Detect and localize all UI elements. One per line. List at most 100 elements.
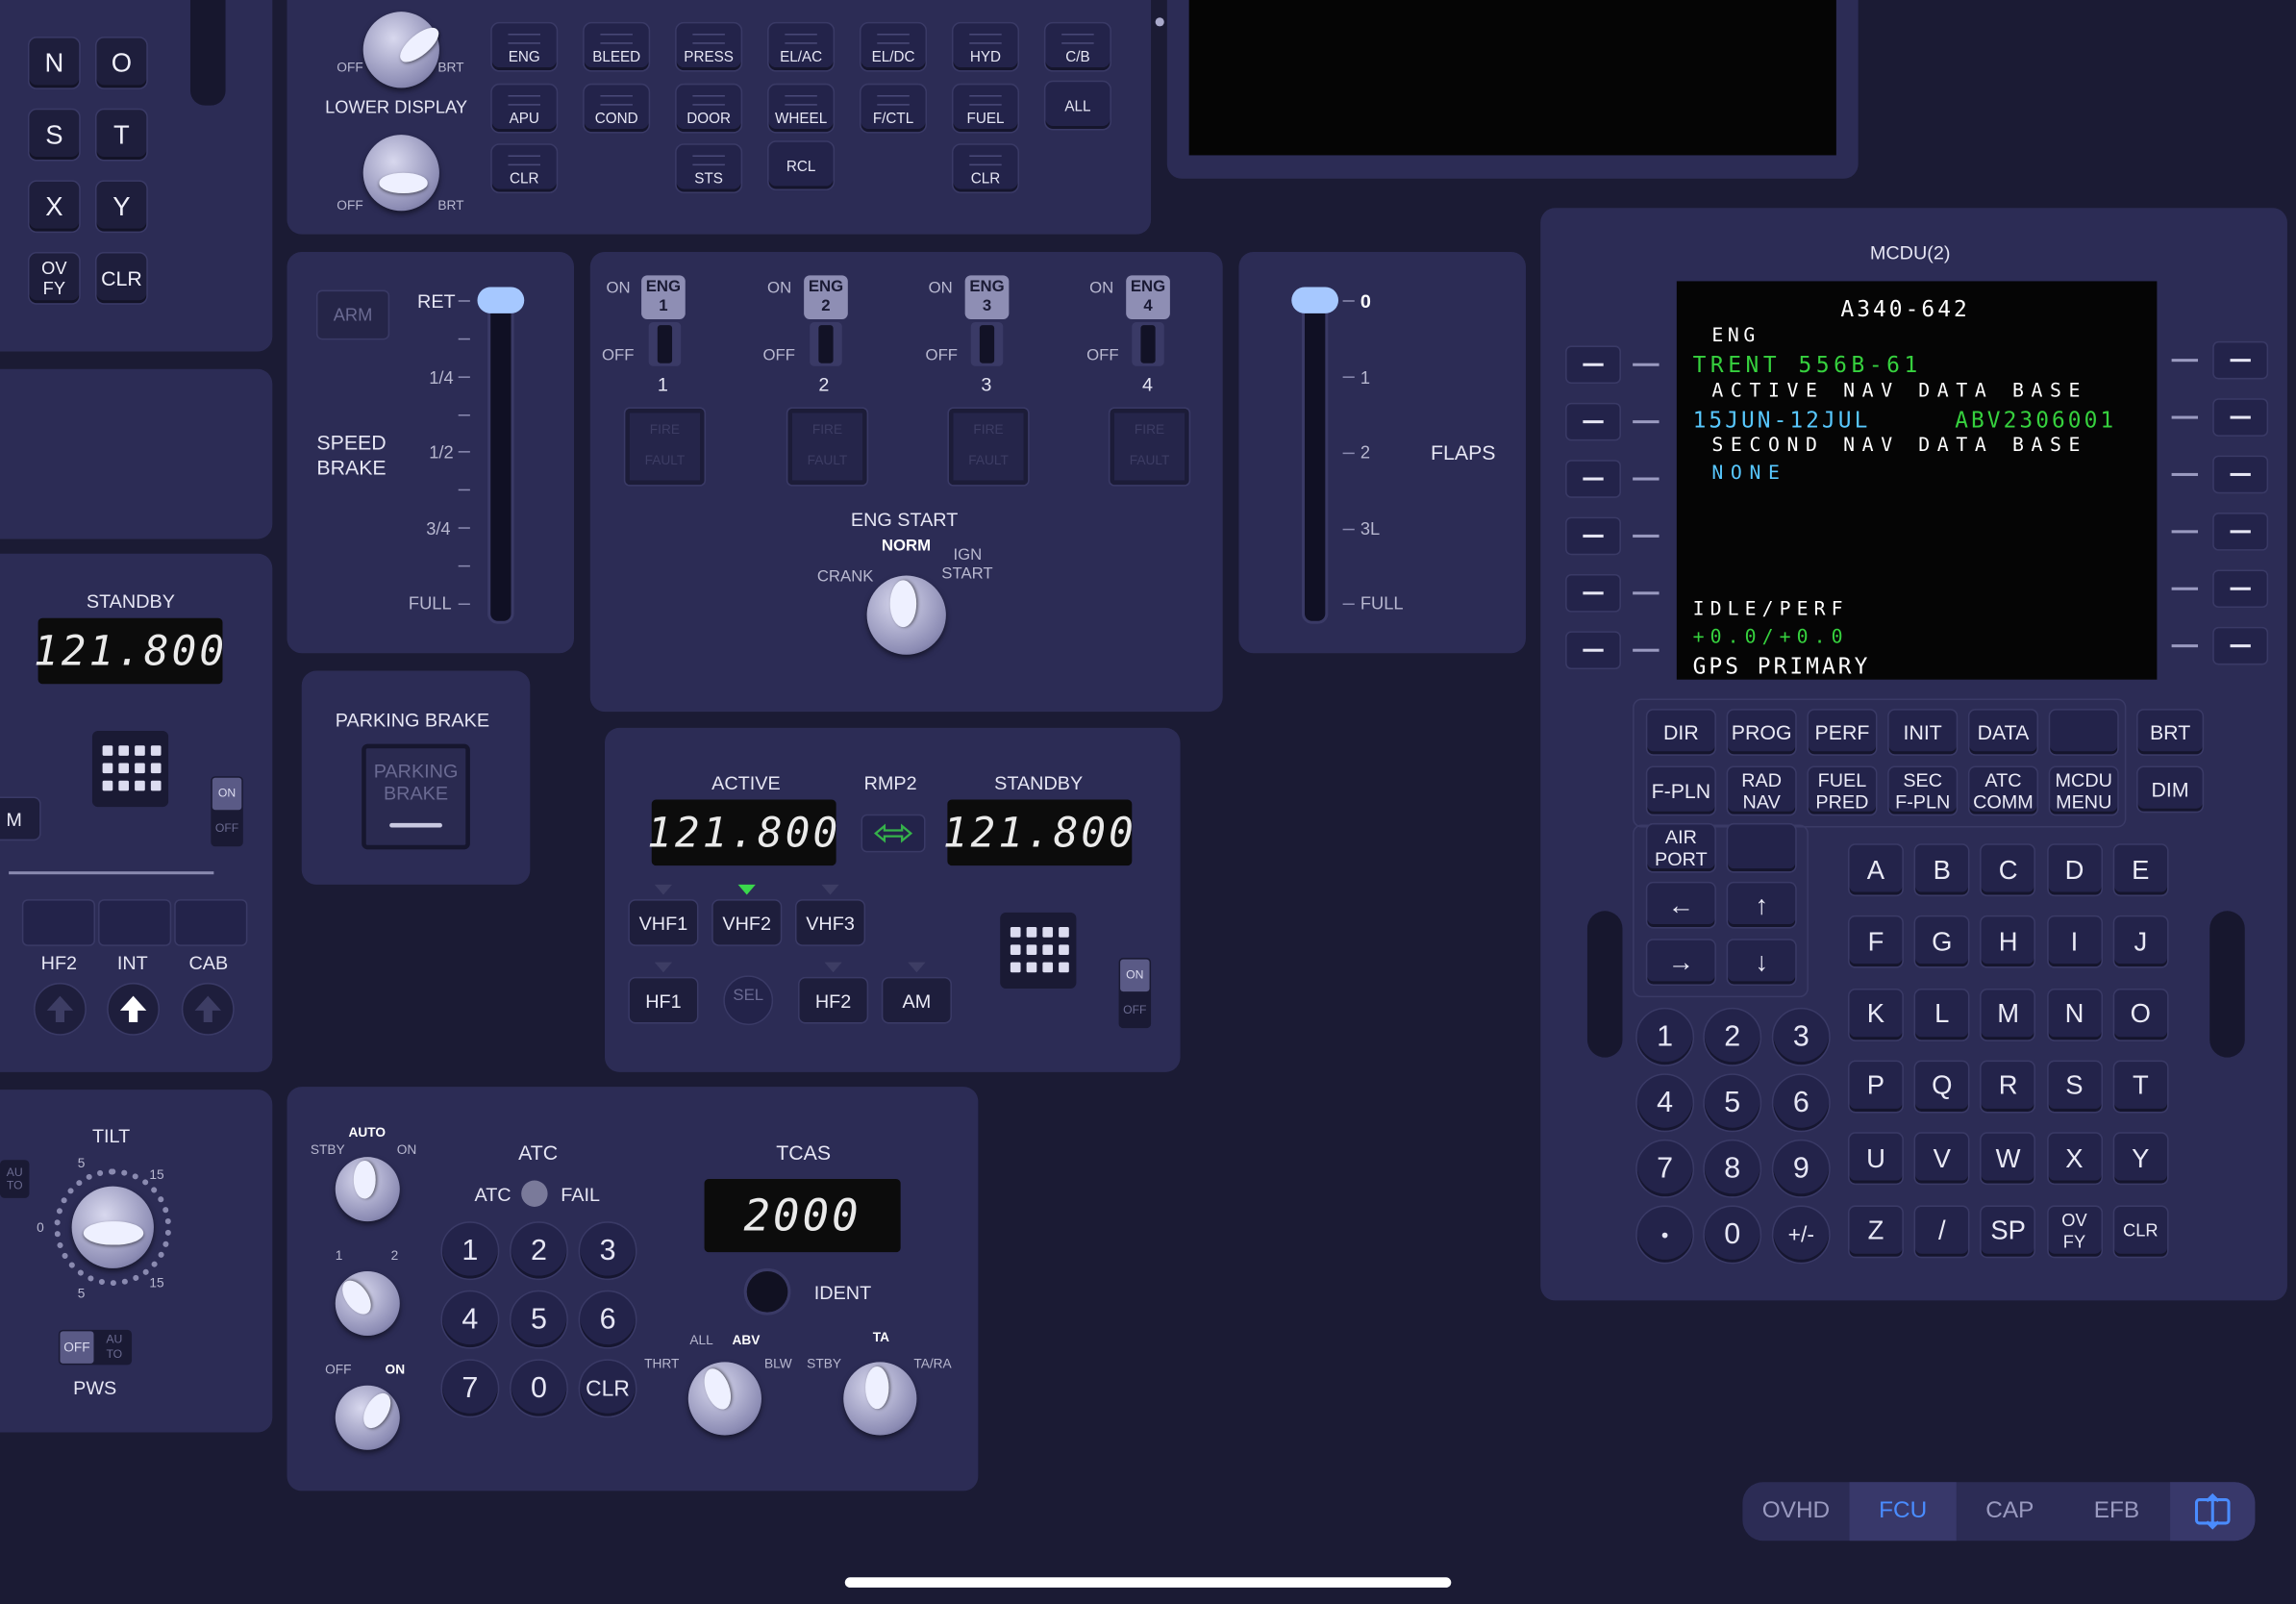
- lsk-5l[interactable]: [1565, 574, 1621, 613]
- ecam-cond-button[interactable]: COND: [583, 83, 651, 134]
- ecam-sts-button[interactable]: STS: [675, 143, 743, 194]
- tab-fcu[interactable]: FCU: [1849, 1482, 1957, 1541]
- mcdu-num-0[interactable]: 0: [1703, 1205, 1762, 1265]
- eng1-master-switch[interactable]: [648, 322, 682, 366]
- mcdu-num-8[interactable]: 8: [1703, 1139, 1762, 1198]
- key-y[interactable]: Y: [94, 180, 148, 234]
- key-n[interactable]: N: [27, 37, 81, 89]
- atc-key-6[interactable]: 6: [578, 1290, 637, 1349]
- mcdu-init-key[interactable]: INIT: [1887, 709, 1959, 756]
- mcdu-dir-key[interactable]: DIR: [1645, 709, 1716, 756]
- mcdu-letter-key[interactable]: E: [2112, 843, 2169, 897]
- mcdu-letter-key[interactable]: A: [1848, 843, 1904, 897]
- lsk-3r[interactable]: [2212, 455, 2269, 494]
- key-ovfy[interactable]: OV FY: [27, 251, 81, 305]
- mcdu-brt-key[interactable]: BRT: [2136, 709, 2205, 756]
- mcdu-num-2[interactable]: 2: [1703, 1007, 1762, 1066]
- mcdu-blank-key[interactable]: [2048, 709, 2119, 756]
- mcdu-num-7[interactable]: 7: [1635, 1139, 1695, 1198]
- tab-cap[interactable]: CAP: [1957, 1482, 2063, 1541]
- mcdu-letter-key[interactable]: /: [1913, 1204, 1970, 1258]
- keypad-grid-icon[interactable]: [91, 730, 169, 808]
- mcdu-decimal[interactable]: •: [1635, 1205, 1695, 1265]
- ecam-fctl-button[interactable]: F/CTL: [860, 83, 928, 134]
- mcdu-left-arrow-icon[interactable]: ←: [1645, 881, 1716, 929]
- mcdu-letter-key[interactable]: O: [2112, 988, 2169, 1041]
- lsk-2l[interactable]: [1565, 402, 1621, 441]
- mcdu-dim-key[interactable]: DIM: [2136, 765, 2205, 814]
- lsk-5r[interactable]: [2212, 569, 2269, 609]
- atc-mode-knob[interactable]: [335, 1157, 400, 1222]
- ecam-bleed-button[interactable]: BLEED: [583, 21, 651, 72]
- mcdu-blank-nav-key[interactable]: [1726, 822, 1797, 873]
- mcdu-letter-key[interactable]: SP: [1980, 1204, 2036, 1258]
- mcdu-down-arrow-icon[interactable]: ↓: [1726, 939, 1797, 986]
- atc-key-3[interactable]: 3: [578, 1221, 637, 1281]
- mcdu-num-5[interactable]: 5: [1703, 1073, 1762, 1133]
- eng-start-selector[interactable]: [866, 575, 946, 655]
- lsk-4l[interactable]: [1565, 516, 1621, 556]
- vhf3-button[interactable]: VHF3: [794, 899, 866, 946]
- mcdu-prog-key[interactable]: PROG: [1726, 709, 1797, 756]
- ecam-all-button[interactable]: ALL: [1043, 80, 1111, 131]
- mcdu-letter-key[interactable]: V: [1913, 1132, 1970, 1186]
- mcdu-secfpln-key[interactable]: SEC F-PLN: [1887, 765, 1959, 816]
- hf2-button[interactable]: HF2: [798, 976, 869, 1024]
- flaps-lever[interactable]: [1291, 287, 1339, 313]
- lsk-1r[interactable]: [2212, 340, 2269, 380]
- eng4-master-switch[interactable]: [1132, 322, 1164, 366]
- mcdu-perf-key[interactable]: PERF: [1807, 709, 1878, 756]
- mcdu-letter-key[interactable]: X: [2046, 1132, 2103, 1186]
- ecam-clr-right-button[interactable]: CLR: [951, 143, 1020, 194]
- ecam-fuel-button[interactable]: FUEL: [951, 83, 1020, 134]
- lsk-4r[interactable]: [2212, 513, 2269, 551]
- mcdu-menu-key[interactable]: MCDU MENU: [2048, 765, 2119, 816]
- ecam-apu-button[interactable]: APU: [490, 83, 559, 134]
- mcdu-data-key[interactable]: DATA: [1967, 709, 2039, 756]
- atc-key-2[interactable]: 2: [510, 1221, 568, 1281]
- rmp2-keypad-grid-icon[interactable]: [1000, 912, 1077, 990]
- ecam-press-button[interactable]: PRESS: [675, 21, 743, 72]
- rmp2-transfer-button[interactable]: [861, 814, 926, 853]
- hf1-button[interactable]: HF1: [628, 976, 699, 1024]
- mcdu-letter-key[interactable]: G: [1913, 915, 1970, 969]
- lsk-2r[interactable]: [2212, 398, 2269, 437]
- mcdu-letter-key[interactable]: S: [2046, 1060, 2103, 1114]
- lsk-1l[interactable]: [1565, 345, 1621, 385]
- mcdu-letter-key[interactable]: Y: [2112, 1132, 2169, 1186]
- mcdu-atccomm-key[interactable]: ATC COMM: [1967, 765, 2039, 816]
- atc-key-1[interactable]: 1: [440, 1221, 500, 1281]
- key-x[interactable]: X: [27, 180, 81, 234]
- mcdu-num-3[interactable]: 3: [1771, 1007, 1831, 1066]
- mcdu-plus-minus[interactable]: +/-: [1771, 1205, 1831, 1265]
- mcdu-num-6[interactable]: 6: [1771, 1073, 1831, 1133]
- atc-system-knob[interactable]: [335, 1270, 400, 1336]
- lower-display-knob[interactable]: [362, 135, 439, 212]
- int-volume-arrow-icon[interactable]: [107, 982, 161, 1036]
- speed-brake-arm-button[interactable]: ARM: [315, 289, 390, 340]
- mcdu-letter-key[interactable]: J: [2112, 915, 2169, 969]
- int-audio-key[interactable]: [98, 899, 172, 946]
- upper-display-knob[interactable]: [362, 12, 444, 88]
- atc-key-5[interactable]: 5: [510, 1290, 568, 1349]
- mcdu-letter-key[interactable]: U: [1848, 1132, 1904, 1186]
- mcdu-airport-key[interactable]: AIR PORT: [1645, 822, 1716, 873]
- mcdu-letter-key[interactable]: F: [1848, 915, 1904, 969]
- mcdu-radnav-key[interactable]: RAD NAV: [1726, 765, 1797, 816]
- mcdu-letter-key[interactable]: T: [2112, 1060, 2169, 1114]
- mcdu-fuelpred-key[interactable]: FUEL PRED: [1807, 765, 1878, 816]
- standby-left-m-button[interactable]: M: [0, 796, 41, 841]
- mcdu-num-4[interactable]: 4: [1635, 1073, 1695, 1133]
- mcdu-letter-key[interactable]: C: [1980, 843, 2036, 897]
- mcdu-letter-key[interactable]: D: [2046, 843, 2103, 897]
- standby-left-power-switch[interactable]: ON OFF: [211, 776, 243, 847]
- vhf1-button[interactable]: VHF1: [628, 899, 699, 946]
- atc-key-4[interactable]: 4: [440, 1290, 500, 1349]
- tcas-range-knob[interactable]: [687, 1362, 761, 1436]
- lsk-6r[interactable]: [2212, 626, 2269, 665]
- ecam-elac-button[interactable]: EL/AC: [767, 21, 836, 72]
- ecam-rcl-button[interactable]: RCL: [767, 140, 836, 190]
- atc-key-clr[interactable]: CLR: [578, 1359, 637, 1418]
- am-button[interactable]: AM: [881, 976, 952, 1024]
- lsk-6l[interactable]: [1565, 631, 1621, 670]
